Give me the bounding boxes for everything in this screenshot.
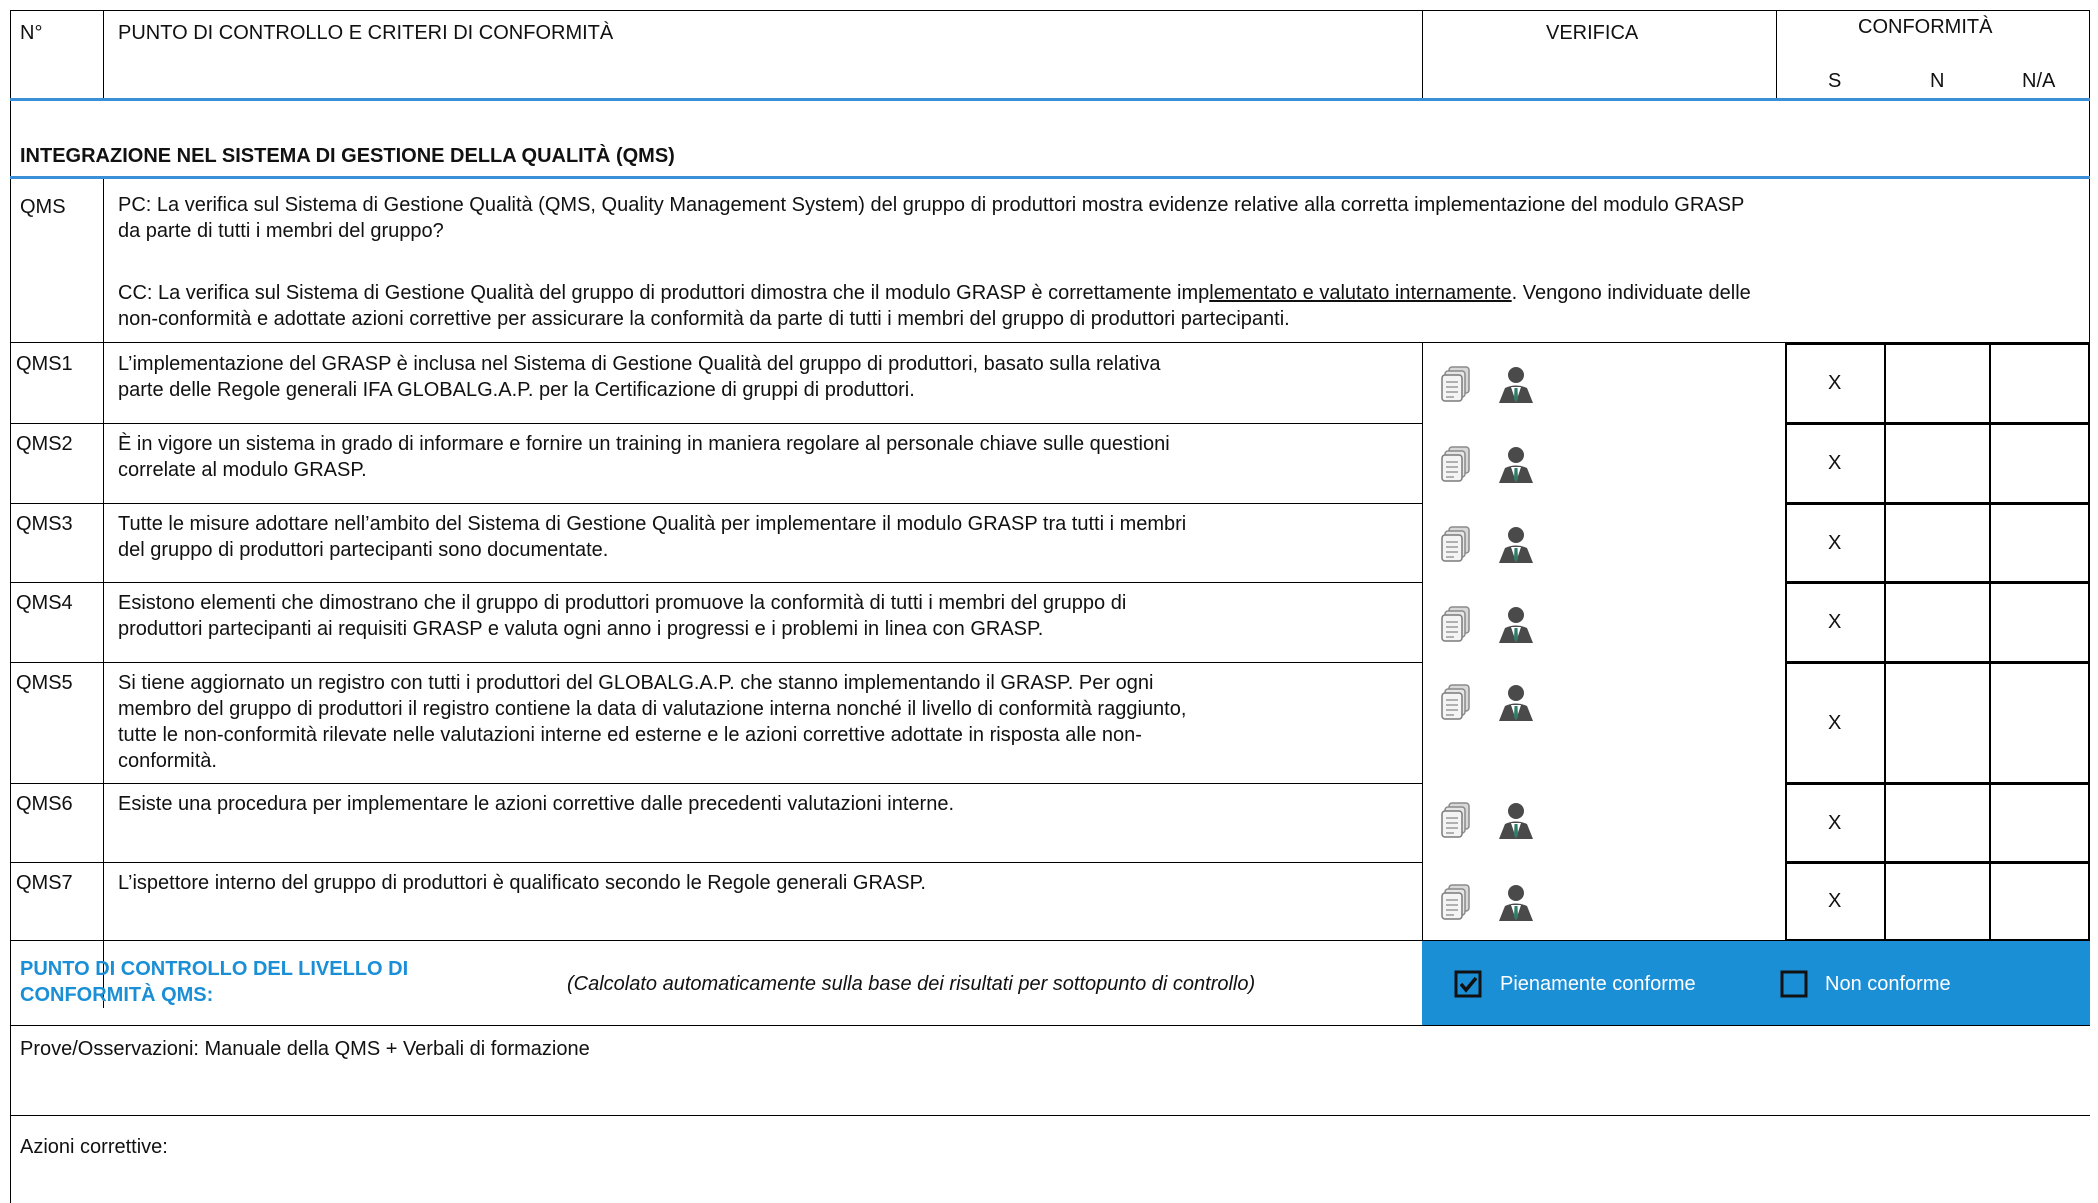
inspector-icon [1496,802,1536,840]
conformity-cells [1785,662,2090,784]
row-text-line: conformità. [118,750,217,772]
header-number: N° [20,22,43,44]
conformity-cells [1785,503,2090,583]
inspector-icon [1496,446,1536,484]
row-text-line: correlate al modulo GRASP. [118,459,367,481]
row-code: QMS3 [16,513,73,535]
row-text-line: membro del gruppo di produttori il regis… [118,698,1187,720]
qms-pc-line2: da parte di tutti i membri del gruppo? [118,220,444,242]
summary-label-line1: PUNTO DI CONTROLLO DEL LIVELLO DI [20,958,409,980]
document-icon [1441,802,1471,838]
row-code: QMS1 [16,353,73,375]
document-icon [1441,446,1471,482]
row-text-line: L’implementazione del GRASP è inclusa ne… [118,353,1161,375]
row-code: QMS7 [16,872,73,894]
inspector-icon [1496,366,1536,404]
header-na: N/A [2022,70,2056,92]
row-text-line: produttori partecipanti ai requisiti GRA… [118,618,1044,640]
row-text-line: Tutte le misure adottare nell’ambito del… [118,513,1187,535]
inspector-icon [1496,684,1536,722]
row-text-line: tutte le non-conformità rilevate nelle v… [118,724,1142,746]
header-s: S [1828,70,1842,92]
section-title: INTEGRAZIONE NEL SISTEMA DI GESTIONE DEL… [20,145,675,167]
row-text-line: parte delle Regole generali IFA GLOBALG.… [118,379,915,401]
qms-cc-line2: non-conformità e adottate azioni corrett… [118,308,1290,330]
inspector-icon [1496,884,1536,922]
conformity-cells [1785,423,2090,504]
document-icon [1441,366,1471,402]
header-title: PUNTO DI CONTROLLO E CRITERI DI CONFORMI… [118,22,614,44]
checkbox-empty-icon[interactable] [1780,970,1808,998]
qms-pc-line1: PC: La verifica sul Sistema di Gestione … [118,194,1745,216]
document-icon [1441,684,1471,720]
observations-text: Prove/Osservazioni: Manuale della QMS + … [20,1038,590,1060]
row-code: QMS4 [16,592,73,614]
corrective-actions-label: Azioni correttive: [20,1136,168,1158]
conformity-cells [1785,862,2090,941]
row-text-line: Si tiene aggiornato un registro con tutt… [118,672,1154,694]
row-text-line: del gruppo di produttori partecipanti so… [118,539,609,561]
row-text-line: Esiste una procedura per implementare le… [118,793,955,815]
conformity-cells [1785,783,2090,863]
conformity-cells [1785,343,2090,424]
row-text-line: È in vigore un sistema in grado di infor… [118,433,1170,455]
row-text-line: Esistono elementi che dimostrano che il … [118,592,1127,614]
header-verifica: VERIFICA [1546,22,1639,44]
row-code: QMS2 [16,433,73,455]
conformity-cells [1785,582,2090,663]
document-icon [1441,884,1471,920]
document-icon [1441,526,1471,562]
checkbox-checked-icon[interactable] [1454,970,1482,998]
header-n: N [1930,70,1945,92]
inspector-icon [1496,526,1536,564]
document-icon [1441,606,1471,642]
inspector-icon [1496,606,1536,644]
row-text-line: L’ispettore interno del gruppo di produt… [118,872,926,894]
summary-label-line2: CONFORMITÀ QMS: [20,984,214,1006]
option-fully-compliant-label: Pienamente conforme [1500,973,1696,995]
row-code: QMS5 [16,672,73,694]
qms-code: QMS [20,196,66,218]
header-conformita: CONFORMITÀ [1858,16,1993,38]
summary-note: (Calcolato automaticamente sulla base de… [567,973,1256,995]
qms-cc-line1: CC: La verifica sul Sistema di Gestione … [118,282,1751,304]
row-code: QMS6 [16,793,73,815]
option-non-compliant-label: Non conforme [1825,973,1951,995]
